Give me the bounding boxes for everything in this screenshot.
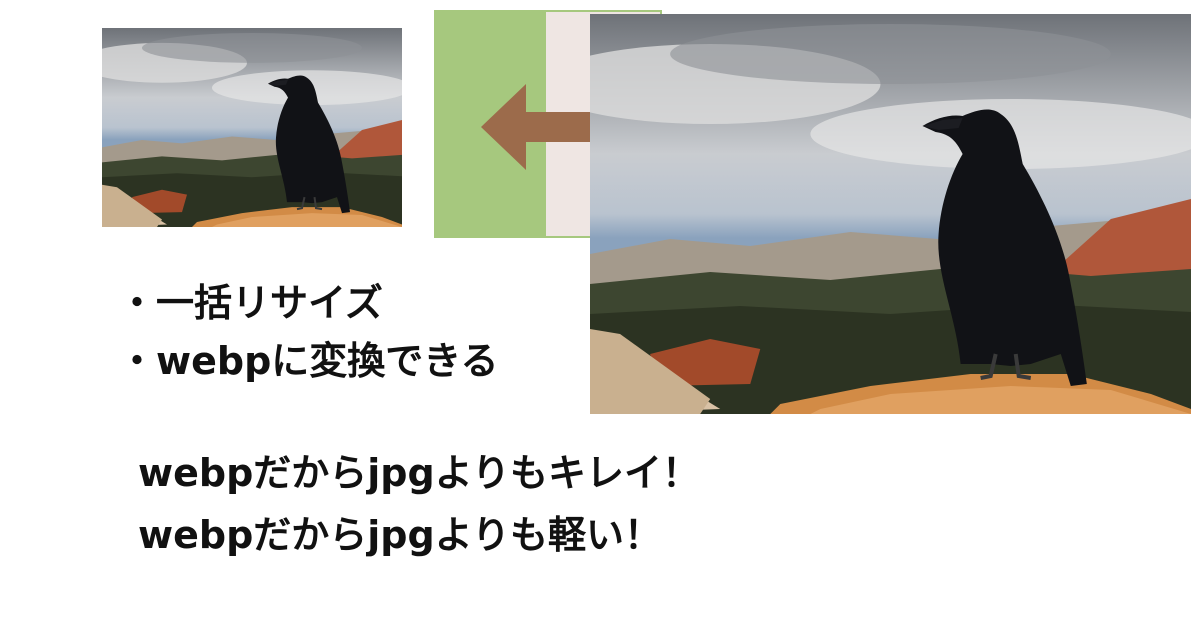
raven-photo-small xyxy=(102,28,402,227)
feature-item-webp-convert: ・webpに変換できる xyxy=(118,339,499,383)
feature-item-batch-resize: ・一括リサイズ xyxy=(118,281,383,325)
feature-list: ・一括リサイズ ・webpに変換できる xyxy=(118,274,499,390)
raven-photo-large xyxy=(590,14,1191,414)
tagline-lightweight: webpだからjpgよりも軽い！ xyxy=(138,513,662,557)
tagline-block: webpだからjpgよりもキレイ！ webpだからjpgよりも軽い！ xyxy=(138,442,700,566)
tagline-quality: webpだからjpgよりもキレイ！ xyxy=(138,451,700,495)
